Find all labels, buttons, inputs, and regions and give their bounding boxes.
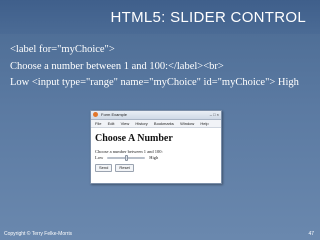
send-button[interactable]: Send — [95, 164, 113, 172]
reset-button[interactable]: Reset — [115, 164, 134, 172]
code-line-1: <label for="myChoice"> — [10, 44, 115, 55]
copyright-footer: Copyright © Terry Felke-Morris — [4, 231, 73, 237]
browser-logo-icon — [93, 112, 98, 117]
code-line-2: Choose a number between 1 and 100:</labe… — [10, 60, 224, 72]
slide: HTML5: SLIDER CONTROL <label for="myChoi… — [0, 0, 320, 240]
menu-file[interactable]: File — [95, 121, 101, 126]
slider-thumb[interactable] — [124, 155, 128, 161]
menu-edit[interactable]: Edit — [108, 121, 115, 126]
browser-content: Choose A Number Choose a number between … — [91, 128, 221, 175]
menu-view[interactable]: View — [121, 121, 130, 126]
code-sample: <label for="myChoice"> Choose a number b… — [10, 42, 314, 92]
range-slider[interactable] — [107, 155, 146, 161]
page-heading: Choose A Number — [95, 133, 173, 144]
browser-screenshot: Form Example – □ × File Edit View Histor… — [90, 110, 222, 184]
form-buttons: Send Reset — [95, 164, 217, 172]
page-number: 47 — [308, 231, 314, 237]
window-controls-icon[interactable]: – □ × — [210, 112, 219, 118]
slide-title: HTML5: SLIDER CONTROL — [110, 9, 306, 26]
menu-history[interactable]: History — [135, 121, 147, 126]
browser-menubar: File Edit View History Bookmarks Window … — [91, 120, 221, 128]
menu-window[interactable]: Window — [180, 121, 194, 126]
browser-titlebar: Form Example – □ × — [91, 111, 221, 120]
low-label: Low — [95, 155, 104, 160]
menu-help[interactable]: Help — [200, 121, 208, 126]
high-label: High — [149, 155, 159, 160]
menu-bookmarks[interactable]: Bookmarks — [154, 121, 174, 126]
slider-row: Low High — [95, 155, 217, 161]
code-line-3: Low <input type="range" name="myChoice" … — [10, 77, 299, 88]
browser-tab-title: Form Example — [101, 112, 128, 117]
